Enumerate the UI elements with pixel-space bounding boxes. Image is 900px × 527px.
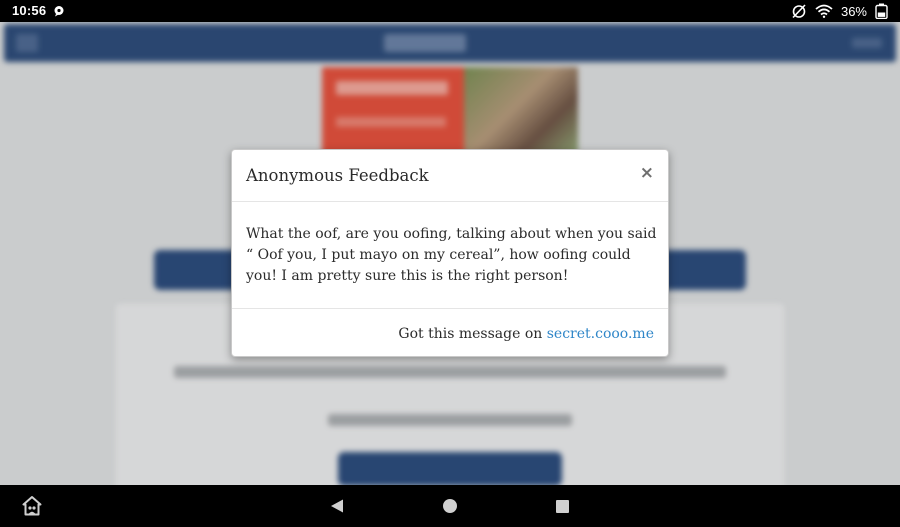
system-nav-bar [0, 485, 900, 527]
alarm-off-icon [792, 4, 806, 19]
status-icons: 36% [791, 2, 888, 20]
home-circle-icon[interactable] [443, 499, 457, 513]
modal-footer: Got this message on secret.cooo.me [232, 308, 668, 357]
close-icon[interactable]: × [640, 165, 654, 182]
secret-site-link[interactable]: secret.cooo.me [547, 326, 654, 342]
recents-icon[interactable] [556, 500, 569, 513]
back-icon[interactable] [329, 498, 345, 514]
footer-text: Got this message on secret.cooo.me [398, 326, 654, 342]
wifi-icon [815, 4, 833, 18]
footer-prefix: Got this message on [398, 326, 543, 342]
notification-bubble-icon [54, 6, 64, 17]
feedback-message: What the oof, are you oofing, talking ab… [246, 226, 657, 284]
status-time: 10:56 [12, 3, 47, 18]
home-icon[interactable] [21, 495, 43, 517]
modal-title: Anonymous Feedback [246, 166, 429, 185]
status-bar: 10:56 36% [0, 0, 900, 22]
feedback-modal: Anonymous Feedback × What the oof, are y… [231, 149, 669, 357]
modal-header: Anonymous Feedback × [232, 150, 668, 202]
battery-percent: 36% [840, 3, 867, 19]
battery-icon [875, 3, 888, 19]
